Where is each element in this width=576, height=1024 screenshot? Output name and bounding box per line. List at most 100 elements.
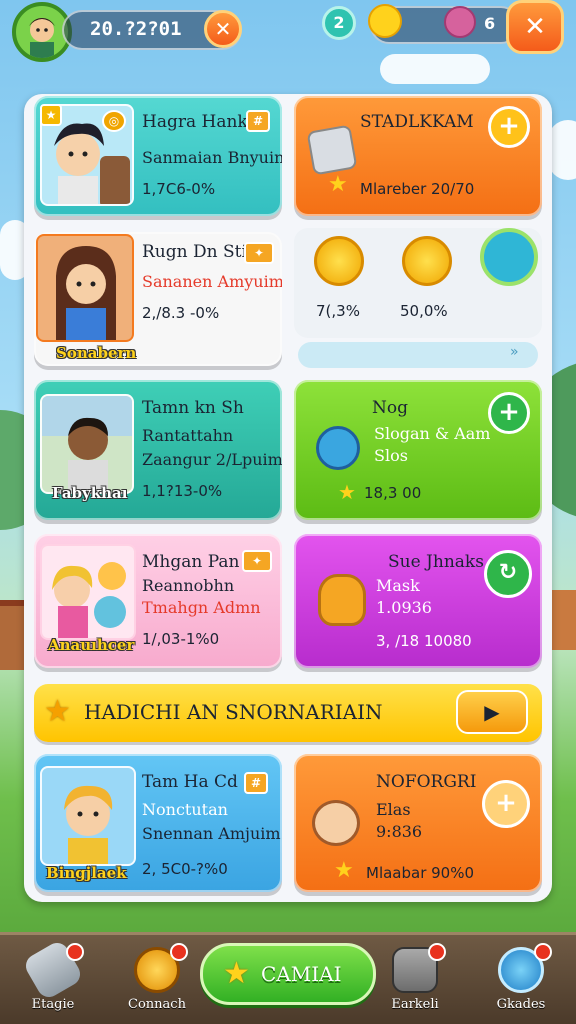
card-tag: Sonabern [56, 344, 137, 362]
card-noforgri[interactable]: NOFORGRI + Elas 9:836 ★ Mlaabar 90%0 [294, 754, 542, 892]
card-rugn[interactable]: Sonabern Rugn Dn Sti ✦ Sananen Amyuim 2,… [34, 232, 282, 366]
card-subtitle: Sanmaian Bnyuin [142, 148, 282, 167]
star-icon: ★ [334, 858, 354, 883]
chevron-right-icon[interactable]: » [510, 344, 519, 360]
card-subtitle-2: Tmahgn Admn [142, 598, 261, 617]
star-icon: ★ [223, 956, 250, 991]
card-value: 1,7C6-0% [142, 180, 216, 198]
add-button[interactable]: + [488, 106, 530, 148]
card-value: 1/,03-1%0 [142, 630, 220, 648]
card-title: Tamn kn Sh [142, 398, 244, 418]
ticket-icon: ✦ [242, 550, 272, 572]
wheel-icon[interactable] [480, 228, 538, 286]
close-icon[interactable]: ✕ [204, 10, 242, 48]
card-value: 18,3 00 [364, 484, 422, 502]
card-subtitle: Rantattahn [142, 426, 234, 445]
nav-item-camiai[interactable]: ★ CAMIAI [200, 943, 376, 1005]
close-button[interactable]: ✕ [506, 0, 564, 54]
card-subtitle: Nonctutan [142, 800, 228, 819]
card-subtitle: Mask [376, 576, 420, 595]
card-stadlkkam[interactable]: STADLKKAM + ★ Mlareber 20/70 [294, 96, 542, 216]
progress-bar [298, 342, 538, 368]
kids-portrait [40, 544, 136, 640]
card-title: Mhgan Pan [142, 552, 240, 572]
card-tag: Anauıhcer [48, 636, 135, 654]
card-title: Rugn Dn Sti [142, 242, 247, 262]
card-title: Tam Ha Cd [142, 772, 238, 792]
card-value: Mlareber 20/70 [360, 180, 475, 198]
star-icon: ★ [338, 480, 356, 504]
card-subtitle-2: Zaangur 2/Lpuim [142, 450, 282, 469]
smiley-icon [368, 4, 402, 38]
star-icon: ★ [40, 104, 62, 126]
card-title: Sue Jhnaks [388, 552, 484, 572]
blond-boy-portrait [40, 766, 136, 866]
card-subtitle: Sananen Amyuim [142, 272, 282, 291]
play-button[interactable]: ▶ [456, 690, 528, 734]
star-icon: ★ [44, 694, 71, 729]
stat-right: 50,0% [400, 302, 448, 320]
nav-label: CAMIAI [261, 962, 342, 986]
add-button[interactable]: + [482, 780, 530, 828]
card-subtitle: Reannobhn [142, 576, 235, 595]
card-tag: Bingjlaek [46, 864, 127, 882]
card-title: Hagra Hank [142, 112, 248, 132]
grid-icon: # [244, 772, 268, 794]
card-tag: Fabykhaı [52, 484, 128, 502]
add-button[interactable]: + [488, 392, 530, 434]
coin-icon: ◎ [102, 110, 126, 132]
card-nog[interactable]: Nog + Slogan & Aam Slos ★ 18,3 00 [294, 380, 542, 520]
nav-label: Connach [128, 997, 186, 1012]
nav-item-etagie[interactable]: Etagie [8, 938, 98, 1023]
card-sue-jhnaks[interactable]: Sue Jhnaks ↻ Mask 1.0936 3, /18 10080 [294, 534, 542, 668]
notification-dot [428, 943, 446, 961]
stat-left: 7(,3% [316, 302, 360, 320]
nav-item-connach[interactable]: Connach [112, 943, 202, 1023]
nav-label: Earkeli [391, 997, 439, 1012]
character-icon [444, 6, 476, 38]
card-value: 3, /18 10080 [376, 632, 472, 650]
notification-dot [534, 943, 552, 961]
card-title: Nog [372, 398, 408, 418]
girl-portrait [36, 234, 134, 342]
card-tam-ha[interactable]: Bingjlaek Tam Ha Cd # Nonctutan Snennan … [34, 754, 282, 892]
card-stats: 7(,3% 50,0% [294, 228, 542, 338]
cat-icon [318, 574, 366, 626]
card-subtitle: Elas [376, 800, 411, 819]
card-hagra-hank[interactable]: ★ ◎ Hagra Hank # Sanmaian Bnyuin 1,7C6-0… [34, 96, 282, 216]
village-boy-portrait [40, 394, 134, 494]
card-subtitle-2: 1.0936 [376, 598, 432, 617]
grid-icon: # [246, 110, 270, 132]
bomb-icon [402, 236, 452, 286]
counter-value: 6 [484, 14, 496, 33]
card-title: NOFORGRI [376, 772, 477, 792]
notification-dot [66, 943, 84, 961]
coin-icon [314, 236, 364, 286]
nav-item-earkeli[interactable]: Earkeli [370, 943, 460, 1023]
gems-badge[interactable]: 2 [322, 6, 356, 40]
monster-icon [316, 426, 360, 470]
card-subtitle: Slogan & Aam [374, 424, 491, 443]
promo-banner[interactable]: ★ HADICHI AN SNORNARIAIN ▶ [34, 684, 542, 742]
nav-label: Etagie [31, 997, 75, 1012]
dice-icon [306, 124, 358, 176]
card-value: Mlaabar 90%0 [366, 864, 475, 882]
bottom-nav: Etagie Connach ★ CAMIAI Earkeli Gkades [0, 932, 576, 1024]
card-value: 2,/8.3 -0% [142, 304, 220, 322]
card-mhgan[interactable]: Anauıhcer Mhgan Pan ✦ Reannobhn Tmahgn A… [34, 534, 282, 668]
banner-label: HADICHI AN SNORNARIAIN [84, 700, 383, 724]
coins-value: 20.?2?01 [90, 18, 182, 40]
star-icon: ★ [328, 172, 348, 197]
card-tamn[interactable]: Fabykhaı Tamn kn Sh Rantattahn Zaangur 2… [34, 380, 282, 520]
card-subtitle-2: 9:836 [376, 822, 423, 841]
card-value: 1,1?13-0% [142, 482, 223, 500]
refresh-button[interactable]: ↻ [484, 550, 532, 598]
card-subtitle-2: Slos [374, 446, 408, 465]
card-subtitle-2: Snennan Amjuim [142, 824, 281, 843]
card-value: 2, 5C0-?%0 [142, 860, 228, 878]
card-title: STADLKKAM [360, 112, 474, 132]
nav-label: Gkades [496, 997, 546, 1012]
nav-item-gkades[interactable]: Gkades [476, 943, 566, 1023]
chef-icon [312, 800, 360, 846]
ticket-icon: ✦ [244, 242, 274, 264]
